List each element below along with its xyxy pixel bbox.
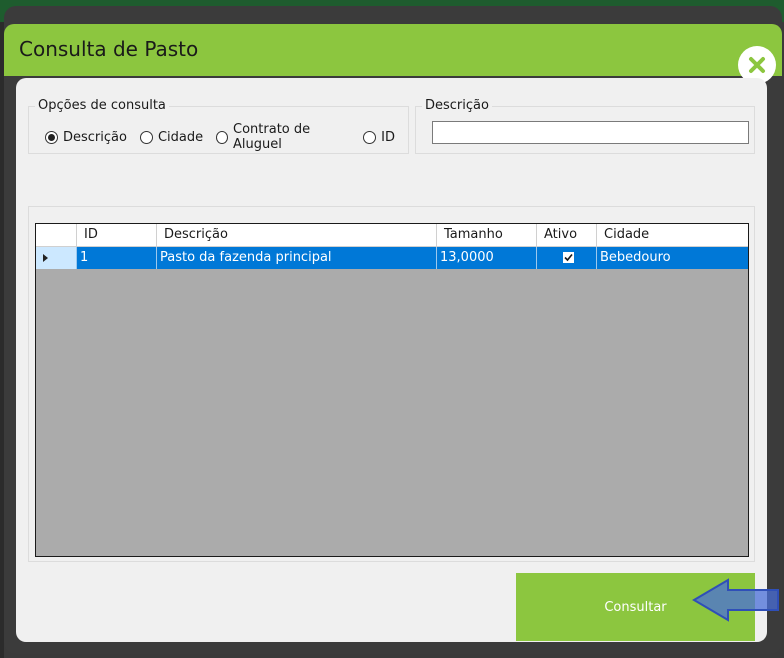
radio-cidade-circle xyxy=(139,130,153,144)
content-panel: Opções de consulta Descrição Cidade Cont… xyxy=(16,78,767,642)
search-options-legend: Opções de consulta xyxy=(35,98,169,113)
radio-id-circle xyxy=(363,130,377,144)
ativo-checkbox[interactable] xyxy=(562,252,574,263)
annotation-arrow-icon xyxy=(692,578,779,622)
table-row[interactable]: 1 Pasto da fazenda principal 13,0000 Beb… xyxy=(36,247,748,269)
radio-descricao[interactable]: Descrição xyxy=(45,130,127,145)
cell-ativo[interactable] xyxy=(537,247,597,269)
description-input[interactable] xyxy=(432,121,749,144)
header-cidade[interactable]: Cidade xyxy=(597,224,748,247)
cell-id[interactable]: 1 xyxy=(77,247,157,269)
radio-cidade[interactable]: Cidade xyxy=(139,129,204,145)
search-options-radios: Descrição Cidade Contrato de Aluguel ID xyxy=(45,122,408,152)
header-descricao[interactable]: Descrição xyxy=(157,224,437,247)
header-ativo[interactable]: Ativo xyxy=(537,224,597,247)
title-bar: Consulta de Pasto xyxy=(4,24,782,84)
consulta-pasto-dialog: Consulta de Pasto Opções de consulta Des… xyxy=(4,6,782,654)
close-icon xyxy=(749,57,765,73)
radio-id-label: ID xyxy=(381,129,395,145)
header-tamanho[interactable]: Tamanho xyxy=(437,224,537,247)
cell-tamanho[interactable]: 13,0000 xyxy=(437,247,537,269)
radio-descricao-label: Descrição xyxy=(63,129,127,145)
radio-contrato-circle xyxy=(216,130,229,144)
current-row-arrow-icon xyxy=(43,254,48,262)
radio-contrato-aluguel[interactable]: Contrato de Aluguel xyxy=(216,122,350,152)
header-row-selector xyxy=(36,224,77,247)
cell-descricao[interactable]: Pasto da fazenda principal xyxy=(157,247,437,269)
radio-id[interactable]: ID xyxy=(363,130,395,145)
description-group: Descrição xyxy=(415,98,755,154)
radio-selected-dot xyxy=(48,133,55,141)
check-icon xyxy=(563,253,573,262)
radio-cidade-label: Cidade xyxy=(157,129,204,145)
header-id[interactable]: ID xyxy=(77,224,157,247)
cell-cidade[interactable]: Bebedouro xyxy=(597,247,748,269)
search-options-group: Opções de consulta Descrição Cidade Cont… xyxy=(28,98,409,154)
results-grid[interactable]: ID Descrição Tamanho Ativo Cidade 1 Past… xyxy=(35,223,749,557)
description-legend: Descrição xyxy=(422,98,492,113)
radio-contrato-label: Contrato de Aluguel xyxy=(233,122,311,152)
radio-descricao-circle xyxy=(45,130,58,144)
dialog-title: Consulta de Pasto xyxy=(19,37,199,61)
row-selector[interactable] xyxy=(36,247,77,269)
grid-header: ID Descrição Tamanho Ativo Cidade xyxy=(36,224,748,247)
